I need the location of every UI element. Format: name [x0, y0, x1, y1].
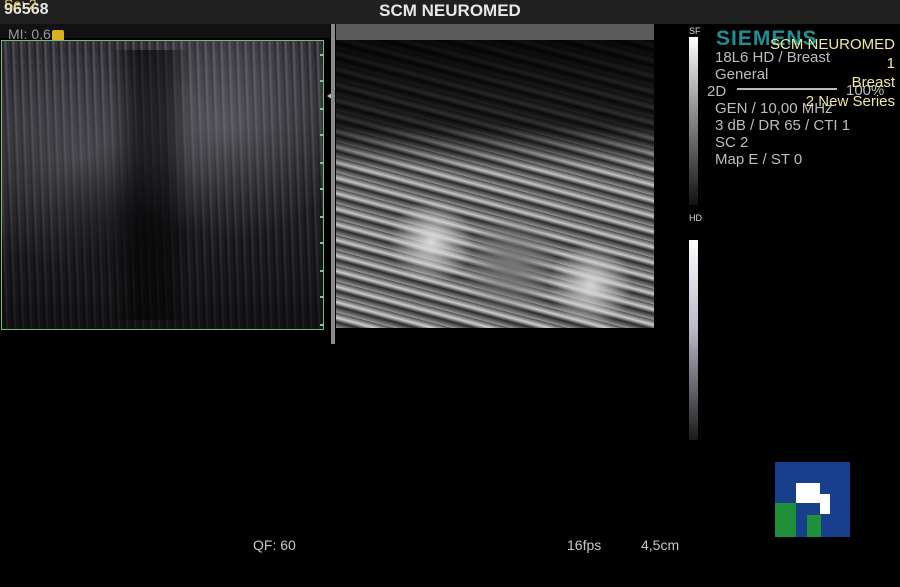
hd-grayscale-bar	[689, 240, 698, 440]
sc-info: SC 2	[715, 134, 749, 151]
series-label: Se: 2	[4, 0, 37, 12]
depth-ticks	[320, 40, 324, 340]
clinic-logo-part	[820, 494, 830, 514]
clinic-logo-part	[796, 503, 807, 537]
mode-label: 2D	[707, 83, 727, 100]
right-top-strip	[336, 24, 654, 40]
overlay-number: 1	[886, 55, 895, 72]
sf-label: SF	[689, 26, 701, 36]
clinic-logo-part	[796, 483, 820, 503]
gain-info: 3 dB / DR 65 / CTI 1	[715, 117, 851, 134]
series-overlay: SCM NEUROMED 1 Breast 2 New Series	[770, 35, 895, 111]
depth-readout: 4,5cm	[641, 537, 680, 553]
map-info: Map E / ST 0	[715, 151, 803, 168]
app-title: SCM NEUROMED	[379, 1, 521, 20]
body-part: Breast	[851, 74, 895, 91]
frame-rate: 16fps	[567, 537, 602, 553]
pane-divider	[331, 24, 335, 344]
institution-name: SCM NEUROMED	[769, 36, 895, 53]
hd-label: HD	[689, 213, 702, 223]
clinic-logo-part	[775, 503, 796, 537]
sf-grayscale-bar	[689, 37, 698, 205]
preset-info: General	[715, 66, 769, 83]
acoustic-shadow	[110, 50, 190, 320]
clinic-logo-part	[807, 515, 821, 537]
quality-factor: QF: 60	[253, 537, 296, 553]
series-name: 2 New Series	[805, 93, 895, 110]
ultrasound-image-right[interactable]	[336, 40, 654, 328]
